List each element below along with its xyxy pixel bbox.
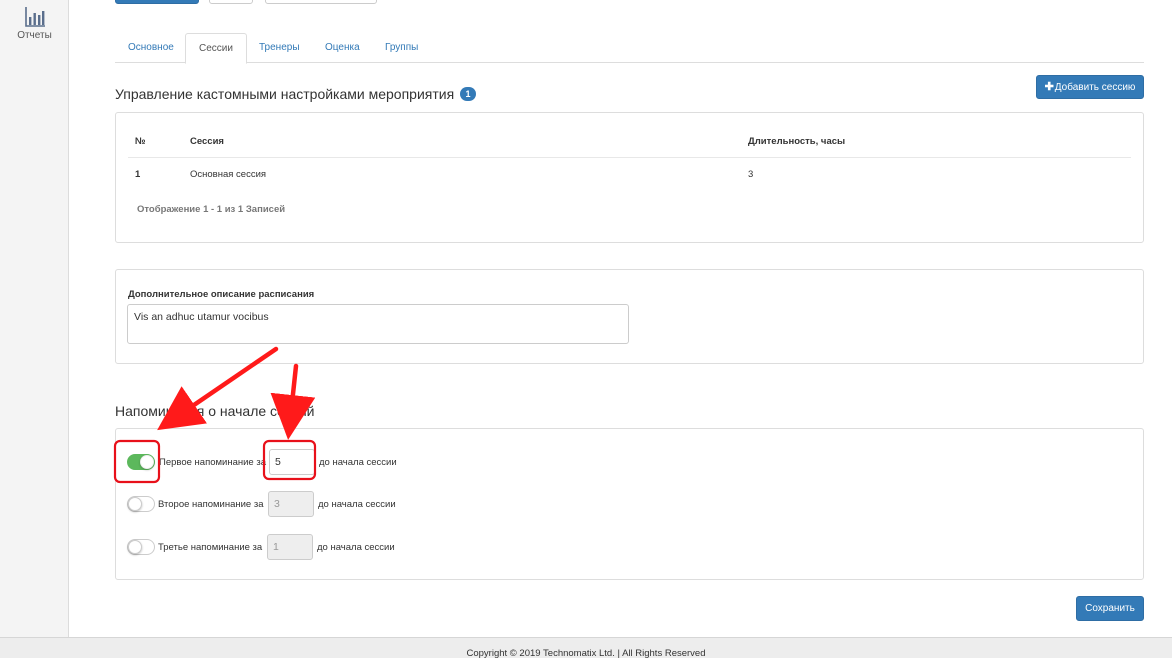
tab-main[interactable]: Основное — [115, 33, 187, 63]
third-reminder-label: Третье напоминание за — [158, 542, 263, 553]
reminders-panel: Первое напоминание за 5 до начала сессии… — [115, 428, 1144, 580]
sessions-title-text: Управление кастомными настройками меропр… — [115, 86, 455, 102]
second-reminder-input[interactable]: 3 — [268, 491, 314, 517]
table-header: № Сессия Длительность, часы — [128, 132, 1131, 158]
toggle-knob — [140, 455, 154, 469]
second-reminder-label: Второе напоминание за — [158, 499, 264, 510]
cell-duration: 3 — [748, 169, 754, 180]
tab-sessions[interactable]: Сессии — [185, 33, 247, 64]
reminder-row-second: Второе напоминание за 3 до начала сессии — [127, 491, 527, 517]
column-header-number[interactable]: № — [135, 136, 146, 147]
first-reminder-suffix: до начала сессии — [319, 457, 397, 468]
reminders-section-title: Напоминания о начале сессий — [115, 403, 315, 419]
sidebar-item-label: Отчеты — [17, 30, 52, 41]
table-row[interactable]: 1 Основная сессия 3 — [128, 165, 1131, 185]
sessions-count-badge: 1 — [460, 87, 477, 102]
first-reminder-label: Первое напоминание за — [159, 457, 266, 468]
toggle-knob — [128, 540, 142, 554]
save-button[interactable]: Сохранить — [1076, 596, 1144, 621]
third-reminder-input[interactable]: 1 — [267, 534, 313, 560]
third-reminder-toggle[interactable] — [127, 539, 155, 555]
top-primary-button[interactable] — [115, 0, 199, 4]
schedule-description-label: Дополнительное описание расписания — [128, 289, 315, 300]
second-reminder-toggle[interactable] — [127, 496, 155, 512]
cell-number: 1 — [135, 169, 141, 180]
sessions-table-panel: № Сессия Длительность, часы 1 Основная с… — [115, 112, 1144, 243]
tab-groups[interactable]: Группы — [372, 33, 431, 63]
tab-trainers[interactable]: Тренеры — [246, 33, 313, 63]
sidebar: Отчеты — [0, 0, 69, 637]
cell-session-name: Основная сессия — [190, 169, 267, 180]
tab-evaluation[interactable]: Оценка — [312, 33, 373, 63]
reminder-row-third: Третье напоминание за 1 до начала сессии — [127, 534, 527, 560]
top-dropdown-button[interactable] — [265, 0, 377, 4]
reminder-row-first: Первое напоминание за 5 до начала сессии — [127, 449, 527, 475]
third-reminder-suffix: до начала сессии — [317, 542, 395, 553]
add-session-button[interactable]: ✚Добавить сессию — [1036, 75, 1144, 99]
tab-bar: Основное Сессии Тренеры Оценка Группы — [115, 33, 1144, 64]
sidebar-item-reports[interactable]: Отчеты — [0, 6, 69, 41]
first-reminder-toggle[interactable] — [127, 454, 155, 470]
sessions-section-title: Управление кастомными настройками меропр… — [115, 86, 477, 102]
schedule-description-textarea[interactable]: Vis an adhuc utamur vocibus — [127, 304, 629, 344]
top-secondary-button[interactable] — [209, 0, 253, 4]
first-reminder-input[interactable]: 5 — [269, 449, 315, 475]
bar-chart-icon — [24, 7, 45, 27]
column-header-duration[interactable]: Длительность, часы — [748, 136, 845, 147]
footer: Copyright © 2019 Technomatix Ltd. | All … — [0, 637, 1172, 658]
table-info: Отображение 1 - 1 из 1 Записей — [137, 204, 286, 215]
toggle-knob — [128, 497, 142, 511]
plus-icon: ✚ — [1044, 81, 1054, 93]
schedule-description-panel: Дополнительное описание расписания Vis a… — [115, 269, 1144, 364]
second-reminder-suffix: до начала сессии — [318, 499, 396, 510]
add-session-label: Добавить сессию — [1054, 82, 1136, 93]
column-header-session[interactable]: Сессия — [190, 136, 224, 147]
